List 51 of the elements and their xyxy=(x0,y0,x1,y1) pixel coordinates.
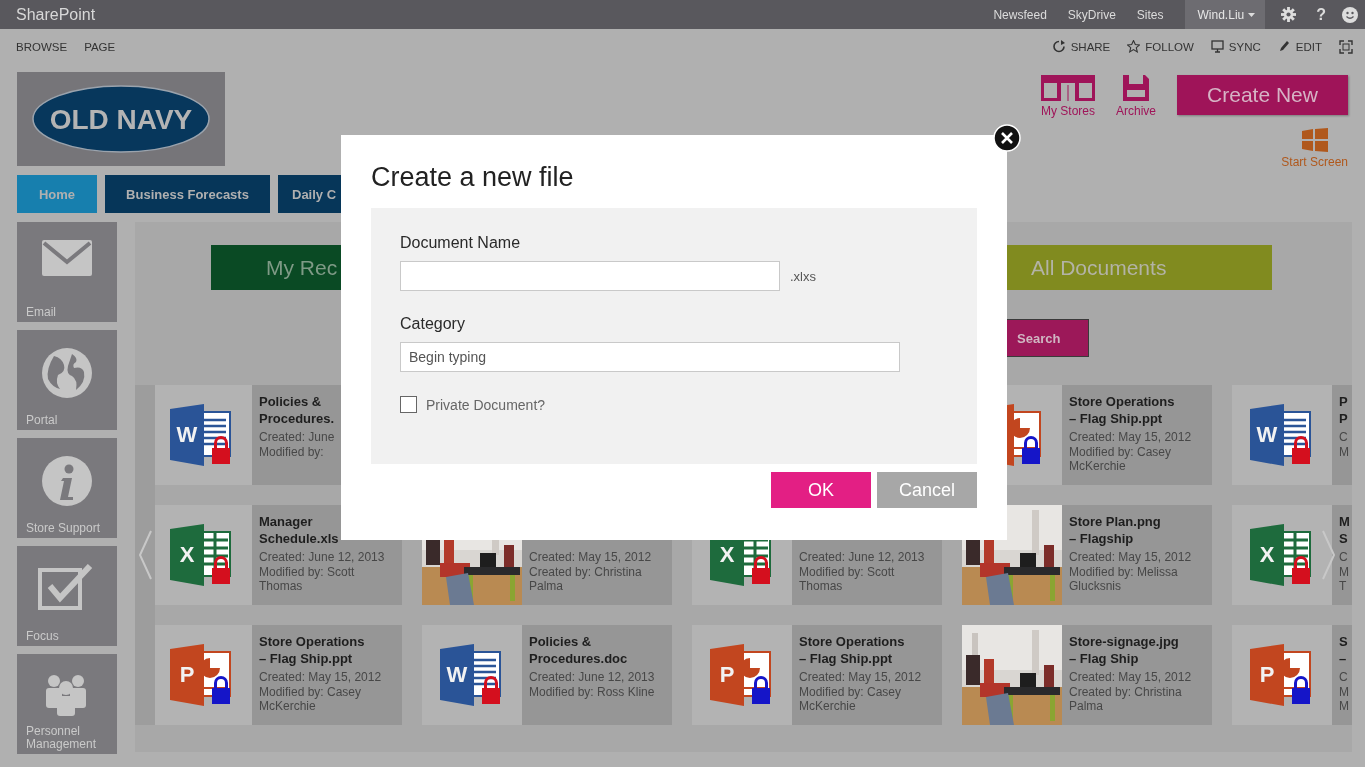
file-title: Store Plan.png – Flagship xyxy=(1069,513,1162,547)
file-details: Created: June 12, 2013 Modified by: Ross Kline xyxy=(529,670,656,699)
file-title: Manager Schedule.xls xyxy=(259,513,340,547)
file-details: C M M xyxy=(1339,670,1350,714)
file-extension: .xlxs xyxy=(790,268,816,284)
file-details: Created: May 15, 2012 Modified by: Melissa Glucksnis xyxy=(1069,550,1193,594)
field-label: Document Name xyxy=(400,234,522,252)
ribbon-action-label: SYNC xyxy=(1228,40,1261,53)
file-title: Policies & Procedures.doc xyxy=(529,633,629,667)
file-details: Created: June Modified by: xyxy=(259,430,336,459)
dialog-title: Create a new file xyxy=(371,161,575,194)
side-tile-label: Email xyxy=(25,306,56,321)
file-title: Store Operations – Flag Ship.ppt xyxy=(799,633,906,667)
quick-link-label: Archive xyxy=(1116,104,1156,118)
file-title: Store Operations – Flag Ship.ppt xyxy=(259,633,366,667)
icon-letter: P xyxy=(179,662,195,687)
side-tile-label: Focus xyxy=(25,630,59,645)
file-details: Created: May 15, 2012 Modified by: Casey McKerchie xyxy=(259,670,383,714)
icon-letter: X xyxy=(179,542,195,567)
icon-letter: X xyxy=(719,542,735,567)
side-tile-label: Personnel Management xyxy=(25,725,98,753)
file-details: Created: June 12, 2013 Modified by: Scott Thomas xyxy=(259,550,386,594)
file-details: Created: May 15, 2012 Created by: Christina Palma xyxy=(1069,670,1193,714)
file-title: Store-signage.jpg – Flag Ship xyxy=(1069,633,1180,667)
file-title: S – xyxy=(1339,633,1349,667)
file-details: C M xyxy=(1339,430,1350,459)
file-details: Created: May 15, 2012 Created by: Christina Palma xyxy=(529,550,653,594)
file-details: C M T xyxy=(1339,550,1350,594)
file-title: Policies & Procedures. xyxy=(259,393,336,427)
ribbon-action-label: FOLLOW xyxy=(1145,40,1194,53)
icon-letter: W xyxy=(176,422,198,447)
ribbon-action-label: SHARE xyxy=(1070,40,1111,53)
icon-letter: P xyxy=(1259,662,1275,687)
quick-link-label: My Stores xyxy=(1040,104,1095,118)
checkbox-label: Private Document? xyxy=(426,396,546,413)
icon-letter: W xyxy=(446,662,468,687)
file-title: Store Operations – Flag Ship.ppt xyxy=(1069,393,1176,427)
icon-letter: P xyxy=(719,662,735,687)
field-label: Category xyxy=(400,315,466,333)
logo-text: OLD NAVY xyxy=(49,104,193,135)
icon-letter: X xyxy=(1259,542,1275,567)
file-title: P P xyxy=(1339,393,1349,427)
icon-letter: W xyxy=(1256,422,1278,447)
ribbon-action-label: EDIT xyxy=(1295,40,1322,53)
side-tile-label: Portal xyxy=(25,414,58,429)
file-title: M S xyxy=(1339,513,1351,547)
file-details: Created: May 15, 2012 Modified by: Casey McKerchie xyxy=(799,670,923,714)
file-details: Created: June 12, 2013 Modified by: Scott Thomas xyxy=(799,550,926,594)
side-tile-label: Store Support xyxy=(25,522,101,537)
start-screen-label: Start Screen xyxy=(1281,155,1348,169)
file-details: Created: May 15, 2012 Modified by: Casey McKerchie xyxy=(1069,430,1193,474)
